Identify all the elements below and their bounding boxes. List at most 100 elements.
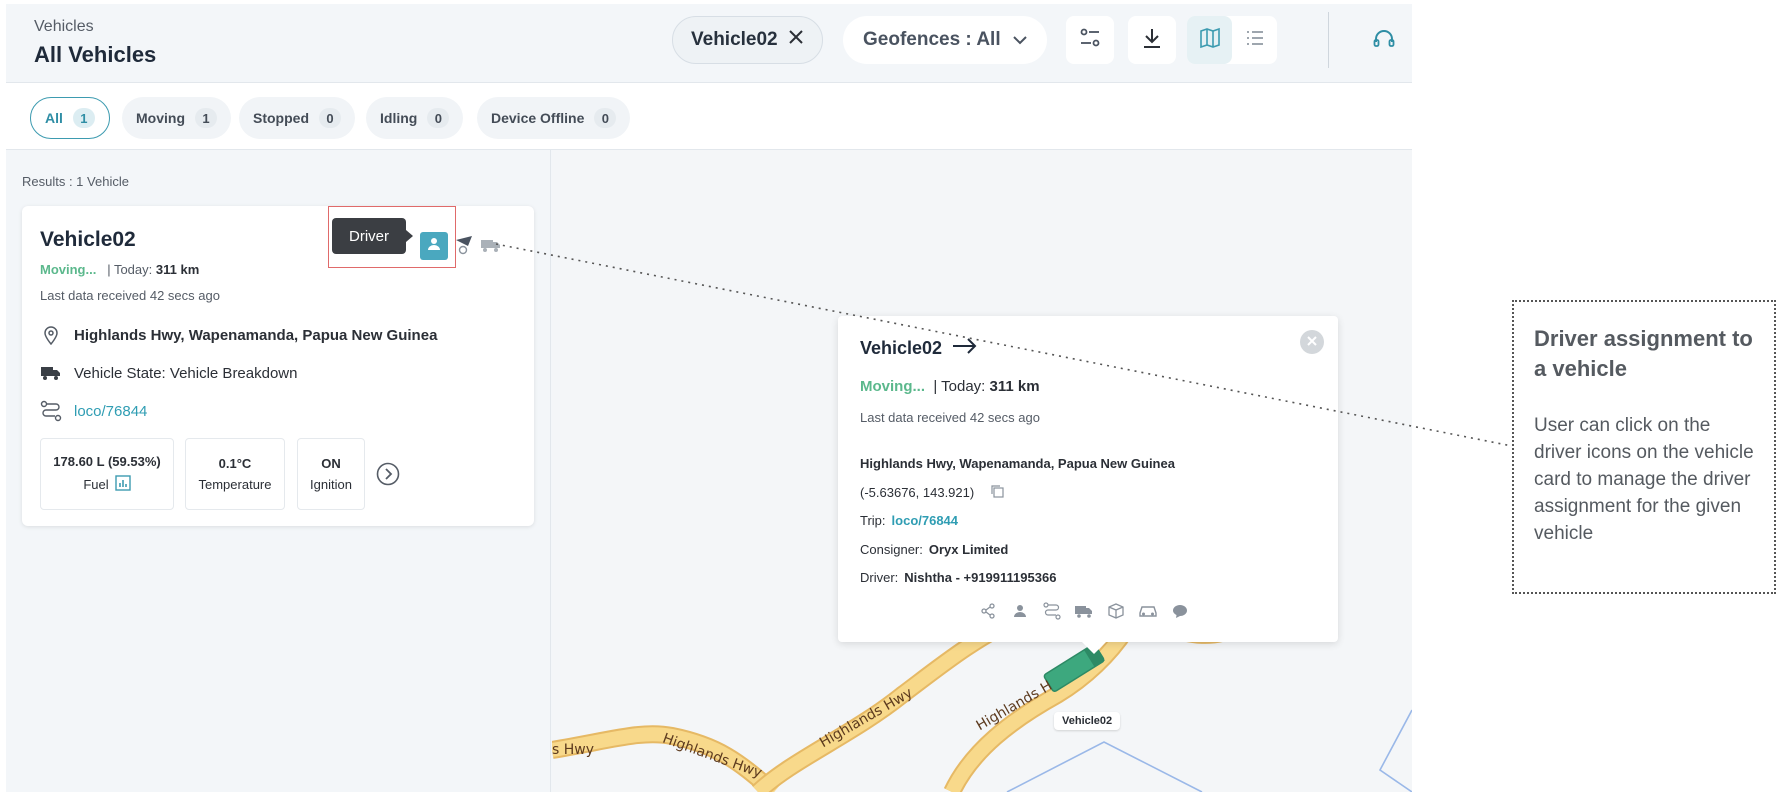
arrow-right-icon[interactable] [952, 338, 978, 359]
vehicle-name: Vehicle02 [40, 228, 136, 251]
filter-chip-moving[interactable]: Moving 1 [122, 97, 231, 139]
filter-chip-idling[interactable]: Idling 0 [366, 97, 464, 139]
app-window: Vehicles All Vehicles Vehicle02 Geofence… [6, 4, 1412, 792]
popup-vehicle-name: Vehicle02 [860, 338, 943, 358]
vehicle-filter-chip[interactable]: Vehicle02 [672, 16, 823, 64]
popup-action-bar [978, 602, 1190, 620]
filter-settings-button[interactable] [1066, 16, 1114, 64]
list-icon [1245, 28, 1265, 53]
filter-chip-device-offline[interactable]: Device Offline 0 [477, 97, 631, 139]
today-prefix: | Today: [107, 262, 153, 277]
truck-status-icon[interactable] [480, 234, 502, 256]
temperature-stat: 0.1°C Temperature [185, 438, 285, 510]
trip-link-row: loco/76844 [40, 400, 147, 422]
header-divider [1328, 12, 1329, 68]
fuel-label: Fuel [83, 477, 109, 492]
road-label: s Hwy [552, 742, 595, 758]
support-button[interactable] [1370, 28, 1398, 56]
map-icon [1199, 27, 1221, 54]
status-filter-bar: All 1 Moving 1 Stopped 0 Idling 0 Device… [6, 83, 1412, 150]
map-view-button[interactable] [1187, 16, 1232, 64]
geofence-dropdown[interactable]: Geofences : All [843, 16, 1047, 64]
vehicle-state-text: Vehicle State: Vehicle Breakdown [74, 364, 298, 382]
page-header: Vehicles All Vehicles Vehicle02 Geofence… [6, 4, 1412, 83]
ignition-value: ON [321, 456, 341, 471]
chevron-right-icon[interactable] [376, 462, 400, 486]
popup-today-km: 311 km [989, 378, 1040, 395]
share-location-icon[interactable] [454, 234, 476, 256]
annotation-title: Driver assignment to a vehicle [1534, 326, 1753, 381]
popup-trip-label: Trip: [860, 513, 886, 528]
popup-trip-link[interactable]: loco/76844 [892, 513, 959, 528]
headset-icon [1372, 28, 1396, 57]
filter-label: Device Offline [491, 110, 585, 126]
filter-chip-all[interactable]: All 1 [30, 97, 110, 139]
fuel-stat[interactable]: 178.60 L (59.53%) Fuel [40, 438, 174, 510]
popup-consigner-label: Consigner: [860, 542, 923, 557]
filter-count: 0 [319, 108, 341, 128]
share-icon[interactable] [978, 602, 998, 620]
download-button[interactable] [1128, 16, 1176, 64]
popup-coords-text: (-5.63676, 143.921) [860, 485, 975, 500]
copy-icon[interactable] [990, 484, 1004, 501]
vehicle-info-popup: Vehicle02 Moving... | Today: 311 km Last… [838, 316, 1338, 654]
chart-icon[interactable] [114, 475, 131, 494]
filter-count: 0 [594, 108, 617, 128]
route-icon[interactable] [1042, 602, 1062, 620]
vehicle-state: Vehicle State: Vehicle Breakdown [40, 362, 297, 384]
vehicle-status: Moving... [40, 262, 97, 277]
vehicle-chip-label: Vehicle02 [691, 29, 778, 50]
truck-icon [40, 362, 62, 384]
filter-label: Idling [380, 110, 418, 126]
breadcrumb[interactable]: Vehicles [34, 18, 94, 36]
popup-close-button[interactable] [1300, 330, 1324, 354]
sliders-icon [1078, 26, 1102, 55]
last-data-received: Last data received 42 secs ago [40, 288, 220, 303]
route-icon [40, 400, 62, 422]
popup-driver-label: Driver: [860, 570, 899, 585]
popup-consigner-value: Oryx Limited [928, 542, 1009, 557]
view-toggle [1187, 16, 1277, 64]
geofence-label: Geofences : All [863, 29, 1001, 50]
popup-coordinates: (-5.63676, 143.921) [860, 484, 1004, 501]
truck-icon[interactable] [1074, 602, 1094, 620]
close-icon [1307, 333, 1317, 351]
download-icon [1140, 26, 1164, 55]
filter-count: 0 [427, 108, 450, 128]
ignition-stat: ON Ignition [297, 438, 365, 510]
popup-trip: Trip: loco/76844 [860, 513, 958, 528]
popup-last-data: Last data received 42 secs ago [860, 410, 1040, 425]
popup-today-prefix: | Today: [933, 378, 986, 395]
popup-vehicle-name-row[interactable]: Vehicle02 [860, 338, 978, 359]
close-icon[interactable] [788, 29, 804, 51]
results-count: Results : 1 Vehicle [22, 174, 129, 189]
filter-label: All [45, 110, 63, 126]
vehicle-card[interactable]: Vehicle02 Moving... | Today: 311 km Last… [22, 206, 534, 526]
popup-address-text: Highlands Hwy, Wapenamanda, Papua New Gu… [860, 456, 1175, 471]
popup-driver-value: Nishtha - +919911195366 [904, 570, 1057, 585]
ignition-label: Ignition [310, 477, 352, 492]
driver-tooltip: Driver [332, 218, 413, 254]
vehicle-list-panel: Results : 1 Vehicle Vehicle02 Moving... … [6, 150, 551, 792]
chat-icon[interactable] [1170, 602, 1190, 620]
temperature-value: 0.1°C [218, 456, 252, 471]
package-icon[interactable] [1106, 602, 1126, 620]
chevron-down-icon [1012, 29, 1027, 51]
popup-consigner: Consigner: Oryx Limited [860, 542, 1008, 557]
driver-icon [427, 237, 441, 256]
annotation-callout: Driver assignment to a vehicle User can … [1512, 300, 1776, 594]
driver-assign-button[interactable] [420, 232, 448, 260]
filter-label: Stopped [253, 110, 309, 126]
trip-link[interactable]: loco/76844 [74, 403, 147, 420]
popup-status: Moving... [860, 378, 925, 395]
fuel-label-row: Fuel [83, 475, 131, 494]
address-text: Highlands Hwy, Wapenamanda, Papua New Gu… [74, 326, 438, 344]
list-view-button[interactable] [1232, 16, 1277, 64]
location-pin-icon [40, 324, 62, 346]
page-title: All Vehicles [34, 42, 157, 67]
car-icon[interactable] [1138, 602, 1158, 620]
filter-count: 1 [72, 108, 95, 128]
driver-icon[interactable] [1010, 602, 1030, 620]
map-view[interactable]: s Hwy Highlands Hwy Highlands Hwy Highla… [552, 150, 1412, 792]
filter-chip-stopped[interactable]: Stopped 0 [239, 97, 355, 139]
